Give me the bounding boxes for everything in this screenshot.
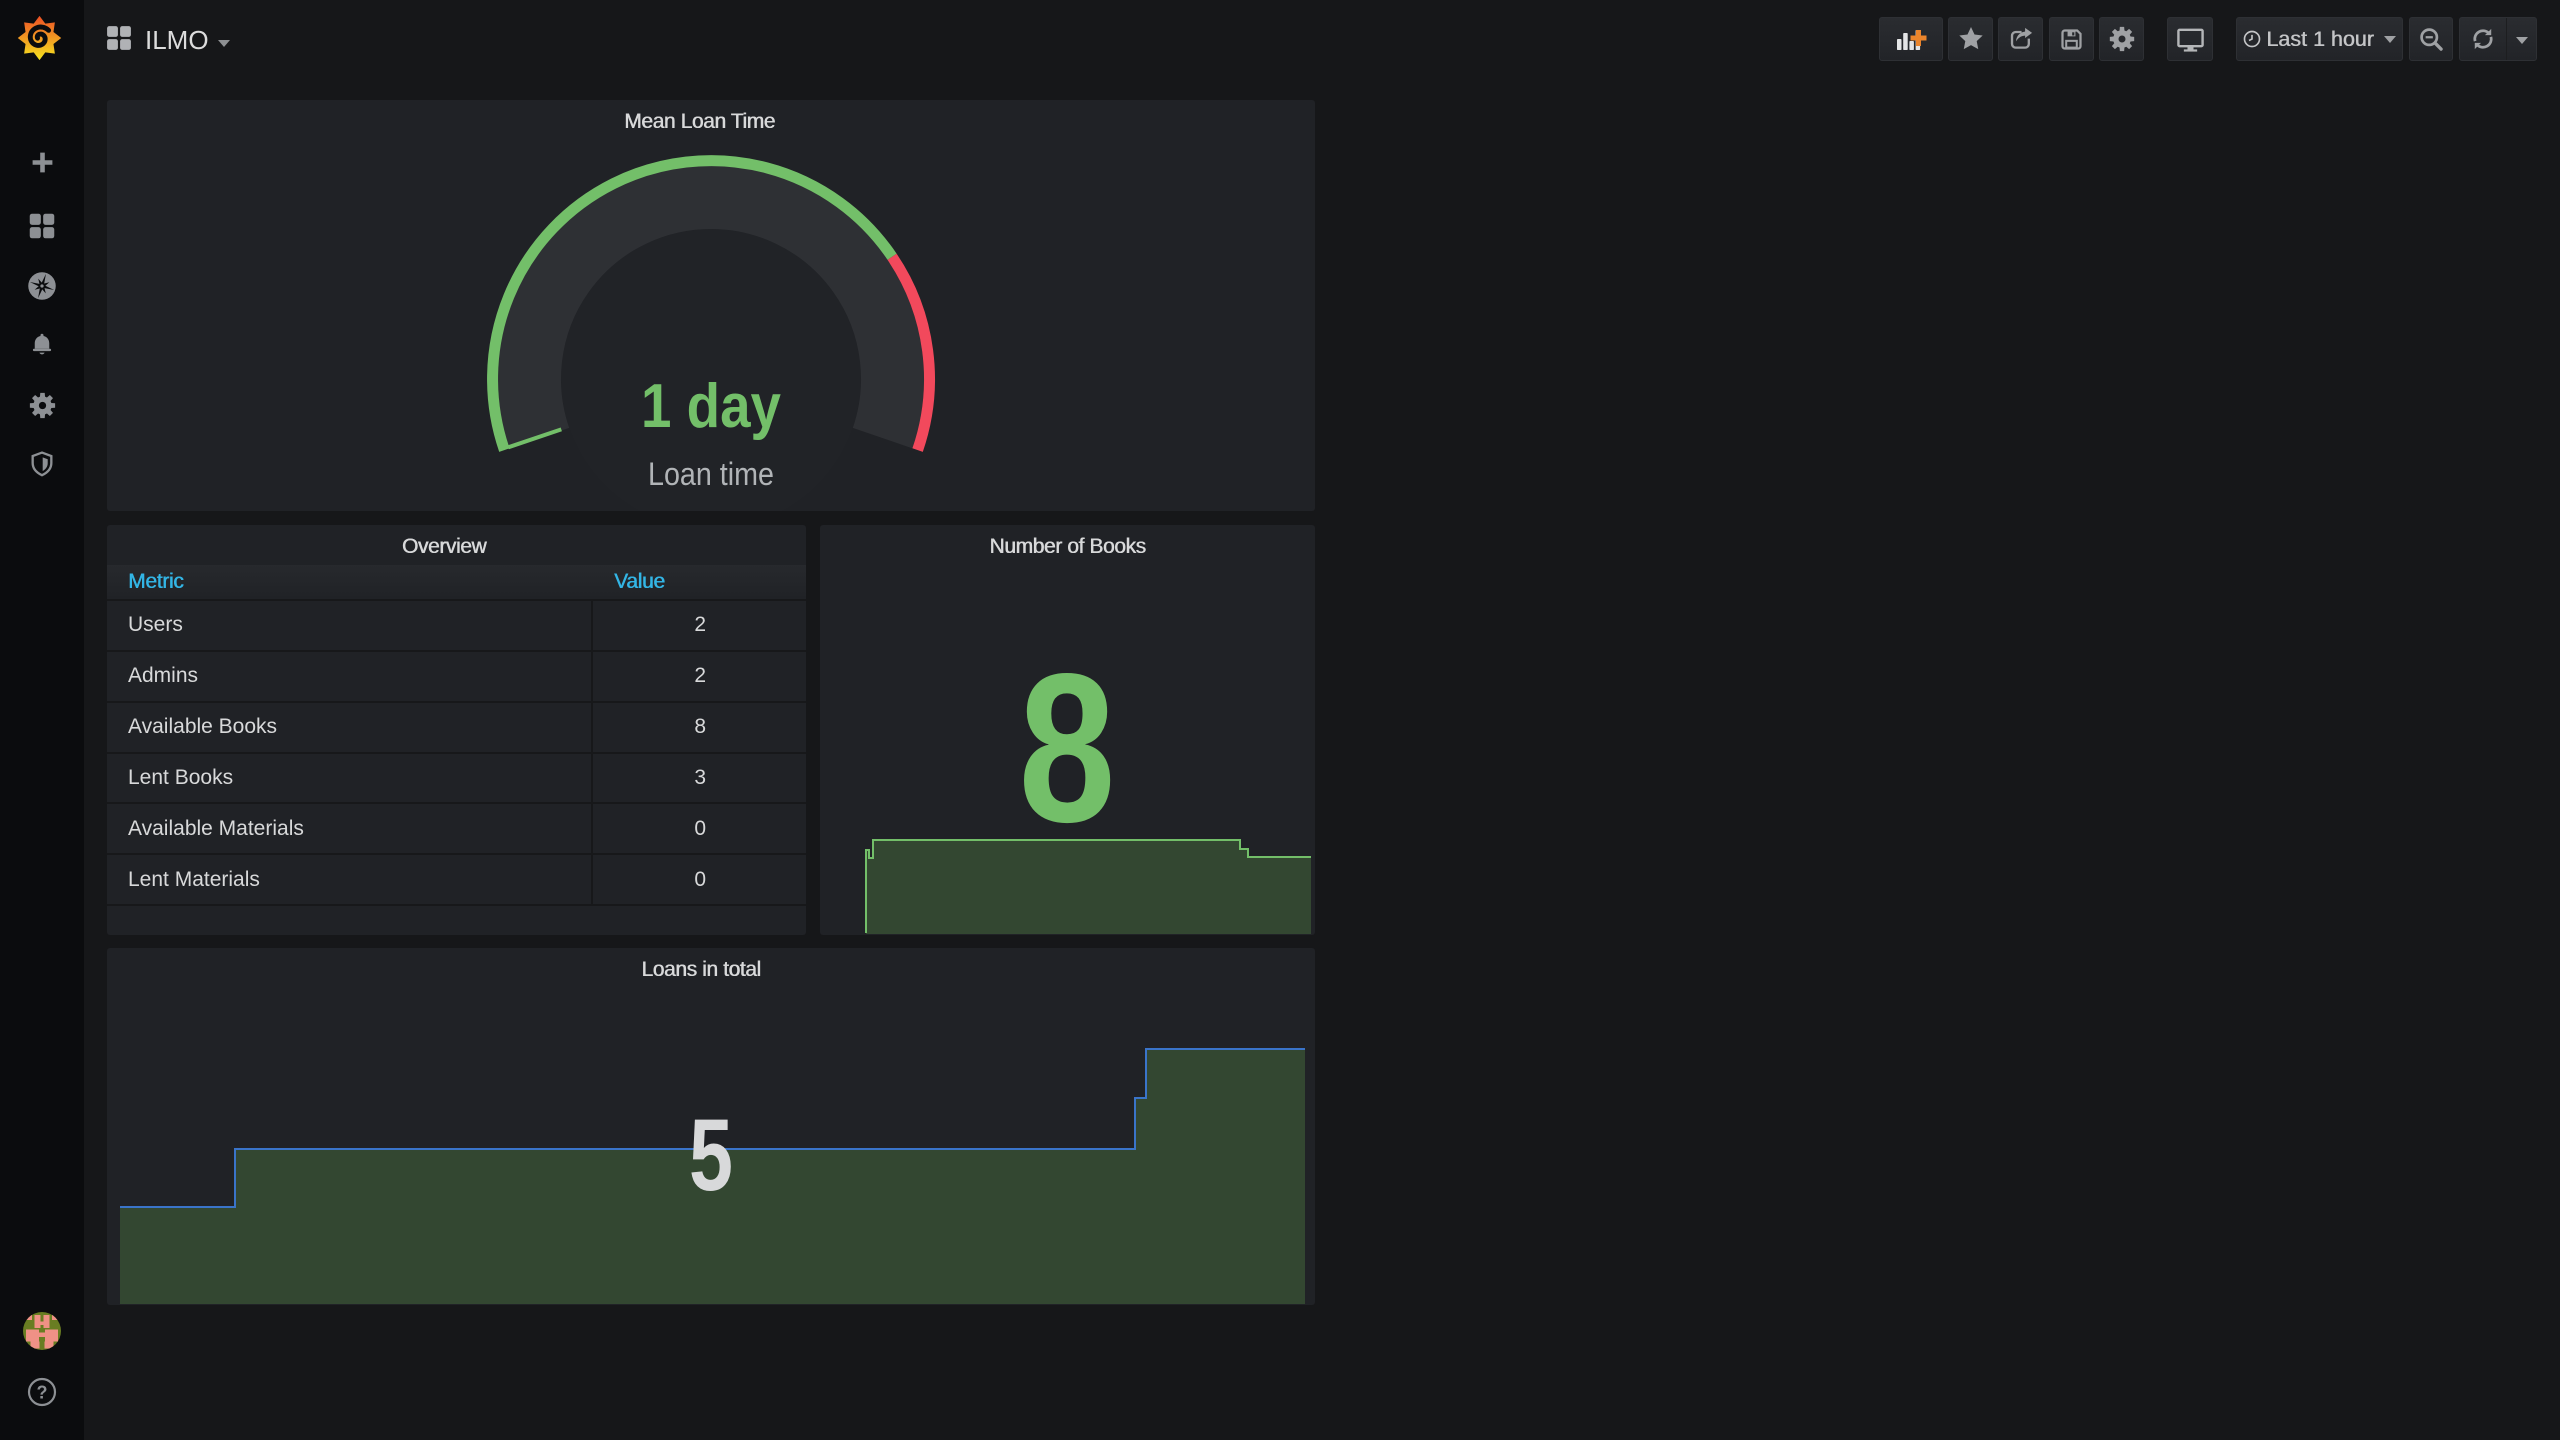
svg-text:1 day: 1 day: [641, 372, 781, 441]
svg-text:8: 8: [1019, 629, 1116, 866]
svg-text:?: ?: [37, 1383, 48, 1403]
svg-text:Loan time: Loan time: [648, 456, 774, 492]
svg-text:5: 5: [689, 1098, 733, 1212]
